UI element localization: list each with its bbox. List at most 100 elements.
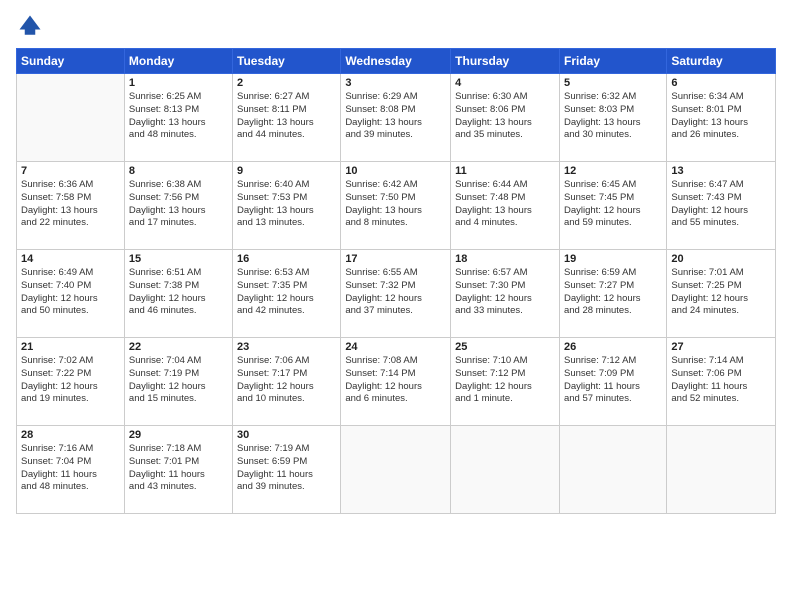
header: [16, 12, 776, 40]
day-number: 25: [455, 341, 555, 353]
day-cell: 7 Sunrise: 6:36 AM Sunset: 7:58 PM Daylig…: [17, 162, 125, 250]
day-info: Sunrise: 6:59 AM Sunset: 7:27 PM Dayligh…: [564, 267, 662, 318]
day-number: 1: [129, 77, 228, 89]
day-cell: 2 Sunrise: 6:27 AM Sunset: 8:11 PM Daylig…: [233, 74, 341, 162]
day-info: Sunrise: 7:14 AM Sunset: 7:06 PM Dayligh…: [671, 355, 771, 406]
day-info: Sunrise: 7:08 AM Sunset: 7:14 PM Dayligh…: [345, 355, 446, 406]
day-cell: 24Sunrise: 7:08 AM Sunset: 7:14 PM Dayli…: [341, 338, 451, 426]
day-number: 22: [129, 341, 228, 353]
day-info: Sunrise: 6:47 AM Sunset: 7:43 PM Dayligh…: [671, 179, 771, 230]
day-cell: 6 Sunrise: 6:34 AM Sunset: 8:01 PM Daylig…: [667, 74, 776, 162]
day-number: 5: [564, 77, 662, 89]
day-cell: 5 Sunrise: 6:32 AM Sunset: 8:03 PM Daylig…: [559, 74, 666, 162]
day-cell: 4 Sunrise: 6:30 AM Sunset: 8:06 PM Daylig…: [451, 74, 560, 162]
day-number: 29: [129, 429, 228, 441]
day-info: Sunrise: 6:32 AM Sunset: 8:03 PM Dayligh…: [564, 91, 662, 142]
day-info: Sunrise: 7:10 AM Sunset: 7:12 PM Dayligh…: [455, 355, 555, 406]
day-number: 12: [564, 165, 662, 177]
day-cell: 27 Sunrise: 7:14 AM Sunset: 7:06 PM Dayli…: [667, 338, 776, 426]
day-number: 9: [237, 165, 336, 177]
day-number: 19: [564, 253, 662, 265]
day-info: Sunrise: 6:27 AM Sunset: 8:11 PM Dayligh…: [237, 91, 336, 142]
day-number: 10: [345, 165, 446, 177]
day-info: Sunrise: 7:19 AM Sunset: 6:59 PM Dayligh…: [237, 443, 336, 494]
week-row-4: 28 Sunrise: 7:16 AM Sunset: 7:04 PM Dayli…: [17, 426, 776, 514]
day-info: Sunrise: 7:02 AM Sunset: 7:22 PM Dayligh…: [21, 355, 120, 406]
day-number: 11: [455, 165, 555, 177]
week-row-0: 1Sunrise: 6:25 AM Sunset: 8:13 PM Daylig…: [17, 74, 776, 162]
day-number: 14: [21, 253, 120, 265]
day-cell: 1Sunrise: 6:25 AM Sunset: 8:13 PM Daylig…: [124, 74, 232, 162]
day-info: Sunrise: 7:06 AM Sunset: 7:17 PM Dayligh…: [237, 355, 336, 406]
day-cell: 28 Sunrise: 7:16 AM Sunset: 7:04 PM Dayli…: [17, 426, 125, 514]
day-number: 30: [237, 429, 336, 441]
weekday-header-thursday: Thursday: [451, 49, 560, 74]
day-number: 8: [129, 165, 228, 177]
day-cell: 26 Sunrise: 7:12 AM Sunset: 7:09 PM Dayli…: [559, 338, 666, 426]
day-number: 23: [237, 341, 336, 353]
day-info: Sunrise: 6:45 AM Sunset: 7:45 PM Dayligh…: [564, 179, 662, 230]
day-number: 13: [671, 165, 771, 177]
logo-icon: [16, 12, 44, 40]
day-cell: 25 Sunrise: 7:10 AM Sunset: 7:12 PM Dayli…: [451, 338, 560, 426]
day-info: Sunrise: 6:49 AM Sunset: 7:40 PM Dayligh…: [21, 267, 120, 318]
day-cell: 30 Sunrise: 7:19 AM Sunset: 6:59 PM Dayli…: [233, 426, 341, 514]
day-cell: 21 Sunrise: 7:02 AM Sunset: 7:22 PM Dayli…: [17, 338, 125, 426]
day-cell: 15 Sunrise: 6:51 AM Sunset: 7:38 PM Dayli…: [124, 250, 232, 338]
day-cell: 16Sunrise: 6:53 AM Sunset: 7:35 PM Dayli…: [233, 250, 341, 338]
weekday-header-tuesday: Tuesday: [233, 49, 341, 74]
day-cell: [451, 426, 560, 514]
calendar: SundayMondayTuesdayWednesdayThursdayFrid…: [16, 48, 776, 514]
weekday-header-friday: Friday: [559, 49, 666, 74]
day-info: Sunrise: 6:29 AM Sunset: 8:08 PM Dayligh…: [345, 91, 446, 142]
day-number: 26: [564, 341, 662, 353]
day-info: Sunrise: 6:51 AM Sunset: 7:38 PM Dayligh…: [129, 267, 228, 318]
day-number: 21: [21, 341, 120, 353]
day-info: Sunrise: 6:57 AM Sunset: 7:30 PM Dayligh…: [455, 267, 555, 318]
day-info: Sunrise: 6:34 AM Sunset: 8:01 PM Dayligh…: [671, 91, 771, 142]
day-number: 18: [455, 253, 555, 265]
day-number: 6: [671, 77, 771, 89]
day-number: 15: [129, 253, 228, 265]
day-cell: 20 Sunrise: 7:01 AM Sunset: 7:25 PM Dayli…: [667, 250, 776, 338]
day-number: 2: [237, 77, 336, 89]
day-number: 20: [671, 253, 771, 265]
day-cell: 9 Sunrise: 6:40 AM Sunset: 7:53 PM Daylig…: [233, 162, 341, 250]
day-cell: 23 Sunrise: 7:06 AM Sunset: 7:17 PM Dayli…: [233, 338, 341, 426]
day-info: Sunrise: 6:30 AM Sunset: 8:06 PM Dayligh…: [455, 91, 555, 142]
day-cell: 22Sunrise: 7:04 AM Sunset: 7:19 PM Dayli…: [124, 338, 232, 426]
day-cell: 29 Sunrise: 7:18 AM Sunset: 7:01 PM Dayli…: [124, 426, 232, 514]
week-row-3: 21 Sunrise: 7:02 AM Sunset: 7:22 PM Dayli…: [17, 338, 776, 426]
day-cell: 17Sunrise: 6:55 AM Sunset: 7:32 PM Dayli…: [341, 250, 451, 338]
page: SundayMondayTuesdayWednesdayThursdayFrid…: [0, 0, 792, 612]
day-number: 27: [671, 341, 771, 353]
logo: [16, 12, 48, 40]
day-cell: 13 Sunrise: 6:47 AM Sunset: 7:43 PM Dayli…: [667, 162, 776, 250]
day-cell: 12 Sunrise: 6:45 AM Sunset: 7:45 PM Dayli…: [559, 162, 666, 250]
day-number: 7: [21, 165, 120, 177]
weekday-header-monday: Monday: [124, 49, 232, 74]
day-cell: 3 Sunrise: 6:29 AM Sunset: 8:08 PM Daylig…: [341, 74, 451, 162]
day-info: Sunrise: 7:01 AM Sunset: 7:25 PM Dayligh…: [671, 267, 771, 318]
day-info: Sunrise: 6:40 AM Sunset: 7:53 PM Dayligh…: [237, 179, 336, 230]
day-cell: 11 Sunrise: 6:44 AM Sunset: 7:48 PM Dayli…: [451, 162, 560, 250]
day-info: Sunrise: 7:16 AM Sunset: 7:04 PM Dayligh…: [21, 443, 120, 494]
day-cell: [341, 426, 451, 514]
day-cell: 10Sunrise: 6:42 AM Sunset: 7:50 PM Dayli…: [341, 162, 451, 250]
day-cell: [17, 74, 125, 162]
week-row-1: 7 Sunrise: 6:36 AM Sunset: 7:58 PM Daylig…: [17, 162, 776, 250]
week-row-2: 14 Sunrise: 6:49 AM Sunset: 7:40 PM Dayli…: [17, 250, 776, 338]
day-info: Sunrise: 6:36 AM Sunset: 7:58 PM Dayligh…: [21, 179, 120, 230]
day-cell: 8 Sunrise: 6:38 AM Sunset: 7:56 PM Daylig…: [124, 162, 232, 250]
weekday-header-saturday: Saturday: [667, 49, 776, 74]
weekday-header-row: SundayMondayTuesdayWednesdayThursdayFrid…: [17, 49, 776, 74]
day-info: Sunrise: 6:55 AM Sunset: 7:32 PM Dayligh…: [345, 267, 446, 318]
day-info: Sunrise: 6:53 AM Sunset: 7:35 PM Dayligh…: [237, 267, 336, 318]
day-number: 28: [21, 429, 120, 441]
day-info: Sunrise: 7:18 AM Sunset: 7:01 PM Dayligh…: [129, 443, 228, 494]
day-number: 4: [455, 77, 555, 89]
day-number: 3: [345, 77, 446, 89]
day-info: Sunrise: 6:38 AM Sunset: 7:56 PM Dayligh…: [129, 179, 228, 230]
day-info: Sunrise: 7:12 AM Sunset: 7:09 PM Dayligh…: [564, 355, 662, 406]
day-info: Sunrise: 6:44 AM Sunset: 7:48 PM Dayligh…: [455, 179, 555, 230]
